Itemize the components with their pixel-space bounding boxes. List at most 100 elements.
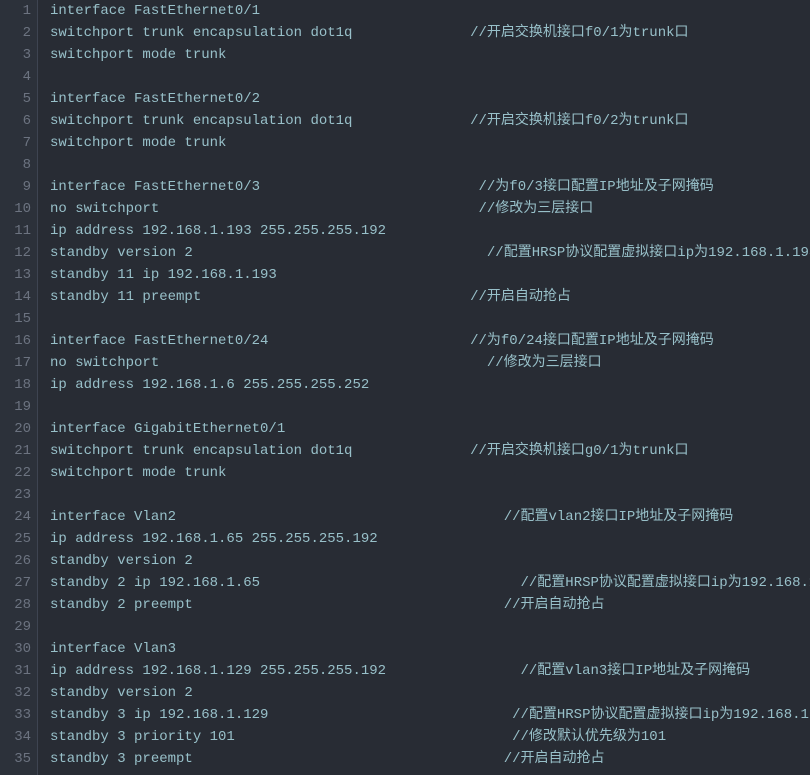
code-command: standby version 2 [50, 245, 193, 261]
code-line: standby 3 preempt //开启自动抢占 [50, 748, 810, 770]
line-number: 30 [2, 638, 31, 660]
spacing [352, 25, 470, 41]
code-command: standby version 2 [50, 553, 193, 569]
spacing [268, 707, 512, 723]
code-line: switchport mode trunk [50, 462, 810, 484]
line-number: 6 [2, 110, 31, 132]
line-number: 16 [2, 330, 31, 352]
code-comment: //开启自动抢占 [470, 289, 571, 305]
spacing [235, 729, 512, 745]
code-command: switchport trunk encapsulation dot1q [50, 113, 352, 129]
line-number: 26 [2, 550, 31, 572]
line-number: 3 [2, 44, 31, 66]
code-line: standby 11 ip 192.168.1.193 [50, 264, 810, 286]
code-line: standby 3 priority 101 //修改默认优先级为101 [50, 726, 810, 748]
code-line: switchport mode trunk [50, 44, 810, 66]
code-line: ip address 192.168.1.65 255.255.255.192 [50, 528, 810, 550]
code-command: interface Vlan2 [50, 509, 176, 525]
code-line: standby 11 preempt //开启自动抢占 [50, 286, 810, 308]
code-line: ip address 192.168.1.193 255.255.255.192 [50, 220, 810, 242]
code-command: no switchport [50, 201, 159, 217]
line-number: 12 [2, 242, 31, 264]
line-number: 35 [2, 748, 31, 770]
code-comment: //开启交换机接口f0/1为trunk口 [470, 25, 688, 41]
code-line: switchport trunk encapsulation dot1q //开… [50, 440, 810, 462]
line-number: 24 [2, 506, 31, 528]
code-line: interface FastEthernet0/3 //为f0/3接口配置IP地… [50, 176, 810, 198]
code-line: interface FastEthernet0/2 [50, 88, 810, 110]
spacing [176, 509, 504, 525]
code-line [50, 66, 810, 88]
line-number: 14 [2, 286, 31, 308]
code-command: standby 3 ip 192.168.1.129 [50, 707, 268, 723]
code-line: ip address 192.168.1.6 255.255.255.252 [50, 374, 810, 396]
code-line: ip address 192.168.1.129 255.255.255.192… [50, 660, 810, 682]
line-number: 13 [2, 264, 31, 286]
code-command: standby 11 preempt [50, 289, 201, 305]
code-command: switchport mode trunk [50, 47, 226, 63]
code-comment: //开启自动抢占 [504, 751, 605, 767]
code-command: interface FastEthernet0/1 [50, 3, 260, 19]
spacing [159, 201, 478, 217]
code-command: standby 2 ip 192.168.1.65 [50, 575, 260, 591]
code-command: standby version 2 [50, 685, 193, 701]
code-comment: //配置vlan3接口IP地址及子网掩码 [520, 663, 750, 679]
code-command: switchport trunk encapsulation dot1q [50, 443, 352, 459]
code-comment: //修改默认优先级为101 [512, 729, 666, 745]
code-line: standby 2 preempt //开启自动抢占 [50, 594, 810, 616]
code-line [50, 616, 810, 638]
code-comment: //为f0/24接口配置IP地址及子网掩码 [470, 333, 714, 349]
code-line: interface Vlan2 //配置vlan2接口IP地址及子网掩码 [50, 506, 810, 528]
spacing [193, 245, 487, 261]
spacing [193, 751, 504, 767]
code-line: interface FastEthernet0/24 //为f0/24接口配置I… [50, 330, 810, 352]
code-command: standby 11 ip 192.168.1.193 [50, 267, 277, 283]
spacing [386, 663, 520, 679]
line-number: 17 [2, 352, 31, 374]
code-line [50, 308, 810, 330]
code-command: interface Vlan3 [50, 641, 176, 657]
code-line: standby 2 ip 192.168.1.65 //配置HRSP协议配置虚拟… [50, 572, 810, 594]
line-number: 15 [2, 308, 31, 330]
line-number: 28 [2, 594, 31, 616]
line-number: 2 [2, 22, 31, 44]
line-number: 7 [2, 132, 31, 154]
code-line: interface FastEthernet0/1 [50, 0, 810, 22]
line-number: 9 [2, 176, 31, 198]
code-command: standby 3 preempt [50, 751, 193, 767]
code-comment: //配置vlan2接口IP地址及子网掩码 [504, 509, 734, 525]
line-number: 18 [2, 374, 31, 396]
code-command: interface FastEthernet0/3 [50, 179, 260, 195]
spacing [159, 355, 487, 371]
code-command: interface GigabitEthernet0/1 [50, 421, 285, 437]
code-line: interface Vlan3 [50, 638, 810, 660]
line-number: 27 [2, 572, 31, 594]
line-number: 1 [2, 0, 31, 22]
line-number: 29 [2, 616, 31, 638]
line-number: 23 [2, 484, 31, 506]
code-comment: //修改为三层接口 [478, 201, 593, 217]
line-number: 19 [2, 396, 31, 418]
line-number: 21 [2, 440, 31, 462]
code-area[interactable]: interface FastEthernet0/1 switchport trun… [38, 0, 810, 775]
code-command: switchport mode trunk [50, 465, 226, 481]
line-number: 22 [2, 462, 31, 484]
code-line: interface GigabitEthernet0/1 [50, 418, 810, 440]
line-number: 11 [2, 220, 31, 242]
code-line: standby 3 ip 192.168.1.129 //配置HRSP协议配置虚… [50, 704, 810, 726]
code-line: switchport trunk encapsulation dot1q //开… [50, 22, 810, 44]
code-command: interface FastEthernet0/2 [50, 91, 260, 107]
code-command: ip address 192.168.1.65 255.255.255.192 [50, 531, 378, 547]
code-line: no switchport //修改为三层接口 [50, 352, 810, 374]
code-command: ip address 192.168.1.6 255.255.255.252 [50, 377, 369, 393]
code-line [50, 484, 810, 506]
line-number: 4 [2, 66, 31, 88]
code-comment: //开启交换机接口g0/1为trunk口 [470, 443, 688, 459]
code-command: ip address 192.168.1.129 255.255.255.192 [50, 663, 386, 679]
spacing [268, 333, 470, 349]
code-command: no switchport [50, 355, 159, 371]
code-line [50, 396, 810, 418]
line-number: 32 [2, 682, 31, 704]
code-command: standby 2 preempt [50, 597, 193, 613]
line-number: 8 [2, 154, 31, 176]
